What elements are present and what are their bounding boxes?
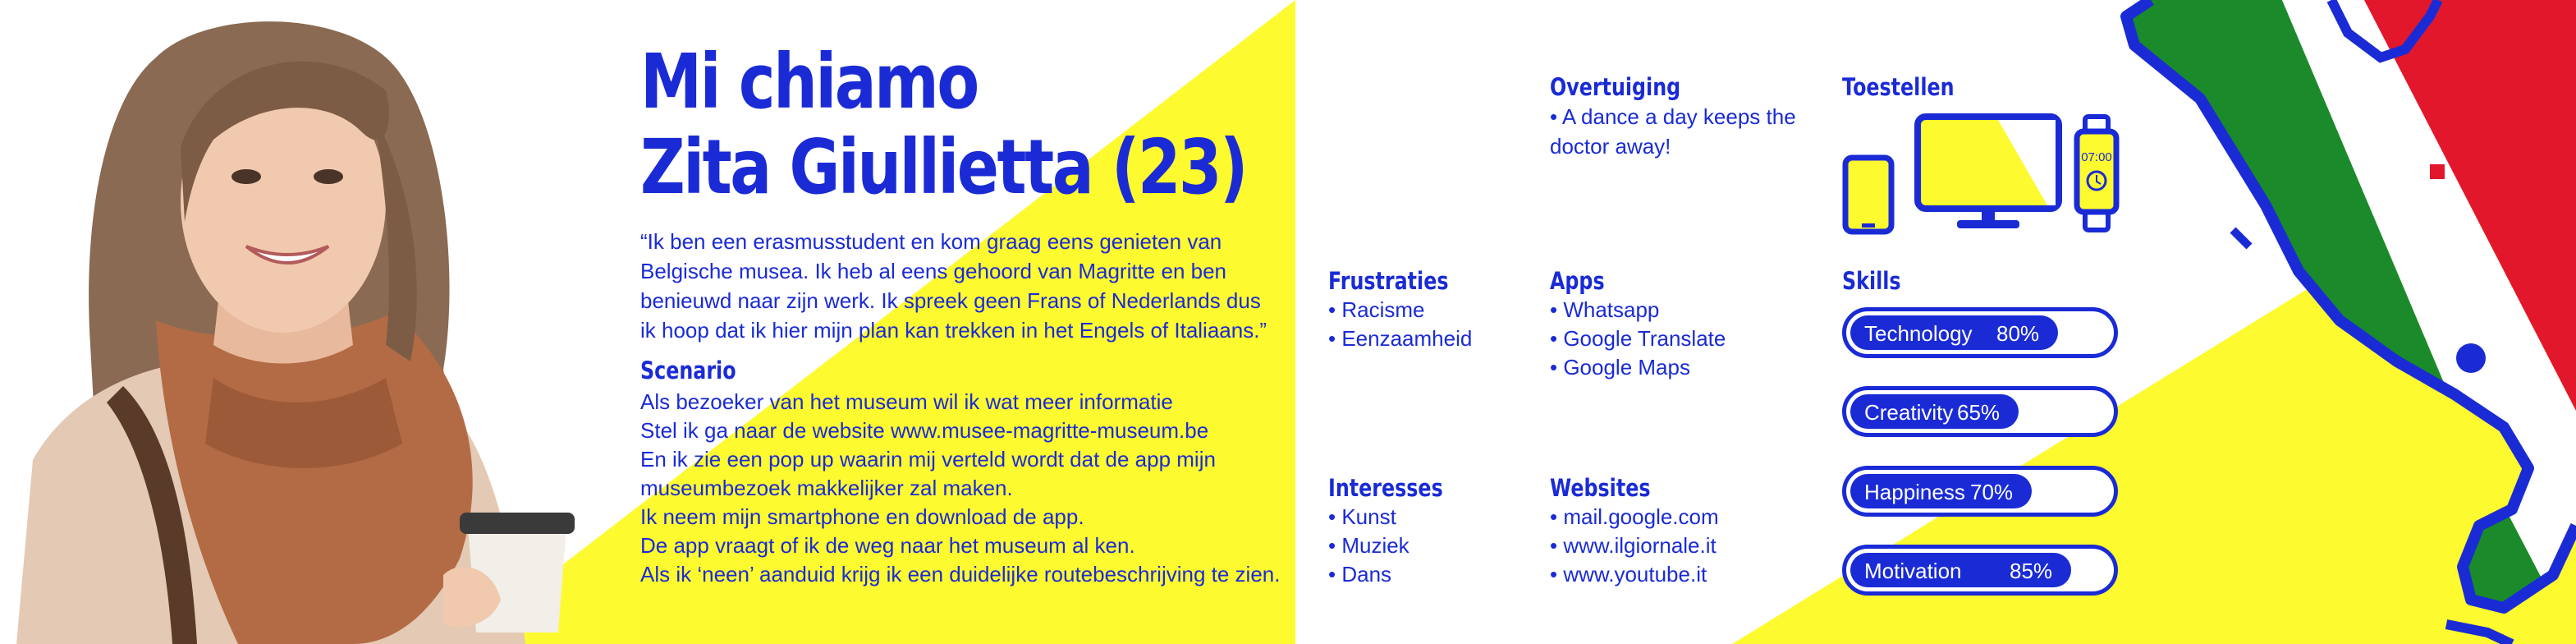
overtuiging-quote: A dance a day keeps the doctor away!: [1550, 104, 1796, 159]
skill-percent: 80%: [1996, 321, 2040, 346]
rome-marker: [2456, 343, 2486, 373]
skill-name: Motivation: [1864, 559, 1962, 583]
list-item: www.ilgiornale.it: [1550, 531, 1796, 560]
overtuiging-text: • A dance a day keeps the doctor away!: [1550, 104, 1796, 159]
skill-name: Creativity: [1864, 400, 1954, 425]
websites-heading: Websites: [1550, 474, 1651, 502]
skill-percent: 85%: [2010, 559, 2053, 583]
skills-section: Skills: [1842, 266, 2121, 296]
skills-heading: Skills: [1842, 267, 1901, 295]
frustraties-heading: Frustraties: [1328, 267, 1449, 295]
skill-bar-happiness: Happiness 70%: [1842, 466, 2118, 517]
list-item: mail.google.com: [1550, 503, 1796, 531]
list-item: Kunst: [1328, 503, 1542, 531]
list-item: Muziek: [1328, 531, 1542, 560]
list-item: Dans: [1328, 560, 1542, 589]
websites-section: Websites mail.google.com www.ilgiornale.…: [1550, 473, 1796, 589]
overtuiging-heading: Overtuiging: [1550, 73, 1681, 101]
devices-illustration: 07:00: [1842, 113, 2120, 235]
watch-time: 07:00: [2081, 150, 2112, 164]
skill-bar-technology: Technology 80%: [1842, 307, 2118, 358]
italy-map: [2120, 0, 2576, 644]
list-item: Eenzaamheid: [1328, 324, 1542, 353]
apps-heading: Apps: [1550, 267, 1605, 295]
skill-bar-creativity: Creativity 65%: [1842, 386, 2118, 437]
monitor-icon: [1914, 113, 2062, 228]
skill-percent: 70%: [1970, 480, 2014, 504]
interesses-section: Interesses Kunst Muziek Dans: [1328, 473, 1542, 589]
skill-percent: 65%: [1957, 400, 2001, 425]
list-item: www.youtube.it: [1550, 560, 1796, 589]
frustraties-section: Frustraties Racisme Eenzaamheid: [1328, 266, 1542, 353]
list-item: Whatsapp: [1550, 296, 1796, 324]
skill-name: Happiness: [1864, 480, 1965, 504]
skill-name: Technology: [1864, 321, 1973, 346]
list-item: Google Maps: [1550, 353, 1796, 382]
smartwatch-icon: 07:00: [2074, 114, 2120, 232]
toestellen-heading: Toestellen: [1842, 73, 1955, 101]
apps-section: Apps Whatsapp Google Translate Google Ma…: [1550, 266, 1796, 382]
list-item: Racisme: [1328, 296, 1542, 324]
skill-bar-motivation: Motivation 85%: [1842, 545, 2118, 596]
toestellen-section: Toestellen: [1842, 72, 2138, 102]
list-item: Google Translate: [1550, 324, 1796, 353]
interesses-heading: Interesses: [1328, 474, 1443, 502]
overtuiging-section: Overtuiging • A dance a day keeps the do…: [1550, 72, 1796, 161]
smartphone-icon: [1842, 154, 1895, 235]
